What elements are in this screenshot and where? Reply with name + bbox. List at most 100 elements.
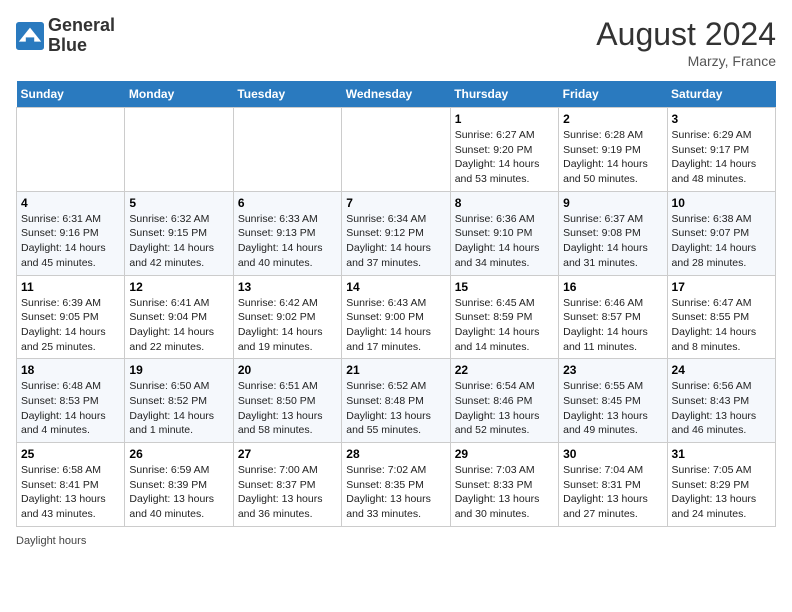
day-info: Sunrise: 7:03 AMSunset: 8:33 PMDaylight:…	[455, 463, 554, 522]
day-info: Sunrise: 6:33 AMSunset: 9:13 PMDaylight:…	[238, 212, 337, 271]
day-info: Sunrise: 6:46 AMSunset: 8:57 PMDaylight:…	[563, 296, 662, 355]
calendar-cell: 11 Sunrise: 6:39 AMSunset: 9:05 PMDayligh…	[17, 275, 125, 359]
title-block: August 2024 Marzy, France	[596, 16, 776, 69]
day-info: Sunrise: 6:36 AMSunset: 9:10 PMDaylight:…	[455, 212, 554, 271]
day-header-saturday: Saturday	[667, 81, 775, 108]
footer: Daylight hours	[16, 535, 776, 547]
day-number: 5	[129, 196, 228, 210]
day-info: Sunrise: 6:51 AMSunset: 8:50 PMDaylight:…	[238, 379, 337, 438]
calendar-table: SundayMondayTuesdayWednesdayThursdayFrid…	[16, 81, 776, 527]
calendar-cell	[233, 108, 341, 192]
day-number: 23	[563, 363, 662, 377]
calendar-cell	[342, 108, 450, 192]
day-info: Sunrise: 6:31 AMSunset: 9:16 PMDaylight:…	[21, 212, 120, 271]
calendar-cell: 10 Sunrise: 6:38 AMSunset: 9:07 PMDayligh…	[667, 191, 775, 275]
day-number: 10	[672, 196, 771, 210]
calendar-cell: 18Sunrise: 6:48 AMSunset: 8:53 PMDayligh…	[17, 359, 125, 443]
day-info: Sunrise: 6:50 AMSunset: 8:52 PMDaylight:…	[129, 379, 228, 438]
calendar-cell: 23 Sunrise: 6:55 AMSunset: 8:45 PMDayligh…	[559, 359, 667, 443]
day-number: 17	[672, 280, 771, 294]
day-info: Sunrise: 6:58 AMSunset: 8:41 PMDaylight:…	[21, 463, 120, 522]
logo-line1: General	[48, 16, 115, 36]
day-number: 2	[563, 112, 662, 126]
day-info: Sunrise: 6:38 AMSunset: 9:07 PMDaylight:…	[672, 212, 771, 271]
location: Marzy, France	[596, 53, 776, 69]
day-header-monday: Monday	[125, 81, 233, 108]
day-header-friday: Friday	[559, 81, 667, 108]
calendar-cell: 15 Sunrise: 6:45 AMSunset: 8:59 PMDayligh…	[450, 275, 558, 359]
day-number: 6	[238, 196, 337, 210]
day-number: 20	[238, 363, 337, 377]
calendar-week-1: 1 Sunrise: 6:27 AMSunset: 9:20 PMDaylight…	[17, 108, 776, 192]
calendar-cell: 6 Sunrise: 6:33 AMSunset: 9:13 PMDaylight…	[233, 191, 341, 275]
day-number: 13	[238, 280, 337, 294]
calendar-cell: 9 Sunrise: 6:37 AMSunset: 9:08 PMDaylight…	[559, 191, 667, 275]
calendar-cell: 17Sunrise: 6:47 AMSunset: 8:55 PMDayligh…	[667, 275, 775, 359]
day-info: Sunrise: 6:27 AMSunset: 9:20 PMDaylight:…	[455, 128, 554, 187]
day-header-thursday: Thursday	[450, 81, 558, 108]
day-info: Sunrise: 7:00 AMSunset: 8:37 PMDaylight:…	[238, 463, 337, 522]
day-header-tuesday: Tuesday	[233, 81, 341, 108]
day-number: 3	[672, 112, 771, 126]
day-info: Sunrise: 6:54 AMSunset: 8:46 PMDaylight:…	[455, 379, 554, 438]
calendar-cell: 30Sunrise: 7:04 AMSunset: 8:31 PMDayligh…	[559, 443, 667, 527]
day-number: 24	[672, 363, 771, 377]
day-number: 4	[21, 196, 120, 210]
calendar-cell: 27 Sunrise: 7:00 AMSunset: 8:37 PMDayligh…	[233, 443, 341, 527]
daylight-label: Daylight hours	[16, 535, 86, 547]
calendar-cell: 4 Sunrise: 6:31 AMSunset: 9:16 PMDaylight…	[17, 191, 125, 275]
day-number: 12	[129, 280, 228, 294]
day-info: Sunrise: 7:02 AMSunset: 8:35 PMDaylight:…	[346, 463, 445, 522]
calendar-cell: 5 Sunrise: 6:32 AMSunset: 9:15 PMDaylight…	[125, 191, 233, 275]
day-info: Sunrise: 6:52 AMSunset: 8:48 PMDaylight:…	[346, 379, 445, 438]
day-info: Sunrise: 6:55 AMSunset: 8:45 PMDaylight:…	[563, 379, 662, 438]
calendar-cell: 22 Sunrise: 6:54 AMSunset: 8:46 PMDayligh…	[450, 359, 558, 443]
day-header-wednesday: Wednesday	[342, 81, 450, 108]
logo: General Blue	[16, 16, 115, 56]
day-number: 1	[455, 112, 554, 126]
calendar-cell: 26Sunrise: 6:59 AMSunset: 8:39 PMDayligh…	[125, 443, 233, 527]
day-number: 25	[21, 447, 120, 461]
day-info: Sunrise: 6:42 AMSunset: 9:02 PMDaylight:…	[238, 296, 337, 355]
month-year: August 2024	[596, 16, 776, 53]
calendar-week-4: 18Sunrise: 6:48 AMSunset: 8:53 PMDayligh…	[17, 359, 776, 443]
calendar-week-3: 11 Sunrise: 6:39 AMSunset: 9:05 PMDayligh…	[17, 275, 776, 359]
calendar-cell: 2 Sunrise: 6:28 AMSunset: 9:19 PMDaylight…	[559, 108, 667, 192]
day-number: 9	[563, 196, 662, 210]
day-info: Sunrise: 6:45 AMSunset: 8:59 PMDaylight:…	[455, 296, 554, 355]
day-info: Sunrise: 6:56 AMSunset: 8:43 PMDaylight:…	[672, 379, 771, 438]
day-number: 30	[563, 447, 662, 461]
day-number: 27	[238, 447, 337, 461]
calendar-cell	[17, 108, 125, 192]
calendar-cell: 25 Sunrise: 6:58 AMSunset: 8:41 PMDayligh…	[17, 443, 125, 527]
day-info: Sunrise: 6:41 AMSunset: 9:04 PMDaylight:…	[129, 296, 228, 355]
day-number: 19	[129, 363, 228, 377]
day-number: 21	[346, 363, 445, 377]
day-number: 11	[21, 280, 120, 294]
calendar-cell: 13 Sunrise: 6:42 AMSunset: 9:02 PMDayligh…	[233, 275, 341, 359]
calendar-week-5: 25 Sunrise: 6:58 AMSunset: 8:41 PMDayligh…	[17, 443, 776, 527]
calendar-cell: 1 Sunrise: 6:27 AMSunset: 9:20 PMDaylight…	[450, 108, 558, 192]
calendar-cell: 20 Sunrise: 6:51 AMSunset: 8:50 PMDayligh…	[233, 359, 341, 443]
day-info: Sunrise: 6:32 AMSunset: 9:15 PMDaylight:…	[129, 212, 228, 271]
day-info: Sunrise: 6:39 AMSunset: 9:05 PMDaylight:…	[21, 296, 120, 355]
calendar-cell: 14Sunrise: 6:43 AMSunset: 9:00 PMDayligh…	[342, 275, 450, 359]
day-info: Sunrise: 6:43 AMSunset: 9:00 PMDaylight:…	[346, 296, 445, 355]
day-number: 8	[455, 196, 554, 210]
calendar-cell: 28Sunrise: 7:02 AMSunset: 8:35 PMDayligh…	[342, 443, 450, 527]
day-number: 22	[455, 363, 554, 377]
day-number: 16	[563, 280, 662, 294]
calendar-cell	[125, 108, 233, 192]
calendar-cell: 3Sunrise: 6:29 AMSunset: 9:17 PMDaylight…	[667, 108, 775, 192]
day-number: 29	[455, 447, 554, 461]
logo-text: General Blue	[48, 16, 115, 56]
day-number: 26	[129, 447, 228, 461]
calendar-cell: 7Sunrise: 6:34 AMSunset: 9:12 PMDaylight…	[342, 191, 450, 275]
calendar-cell: 19 Sunrise: 6:50 AMSunset: 8:52 PMDayligh…	[125, 359, 233, 443]
calendar-week-2: 4 Sunrise: 6:31 AMSunset: 9:16 PMDaylight…	[17, 191, 776, 275]
day-info: Sunrise: 6:28 AMSunset: 9:19 PMDaylight:…	[563, 128, 662, 187]
calendar-cell: 12 Sunrise: 6:41 AMSunset: 9:04 PMDayligh…	[125, 275, 233, 359]
day-number: 15	[455, 280, 554, 294]
day-info: Sunrise: 6:37 AMSunset: 9:08 PMDaylight:…	[563, 212, 662, 271]
day-header-sunday: Sunday	[17, 81, 125, 108]
